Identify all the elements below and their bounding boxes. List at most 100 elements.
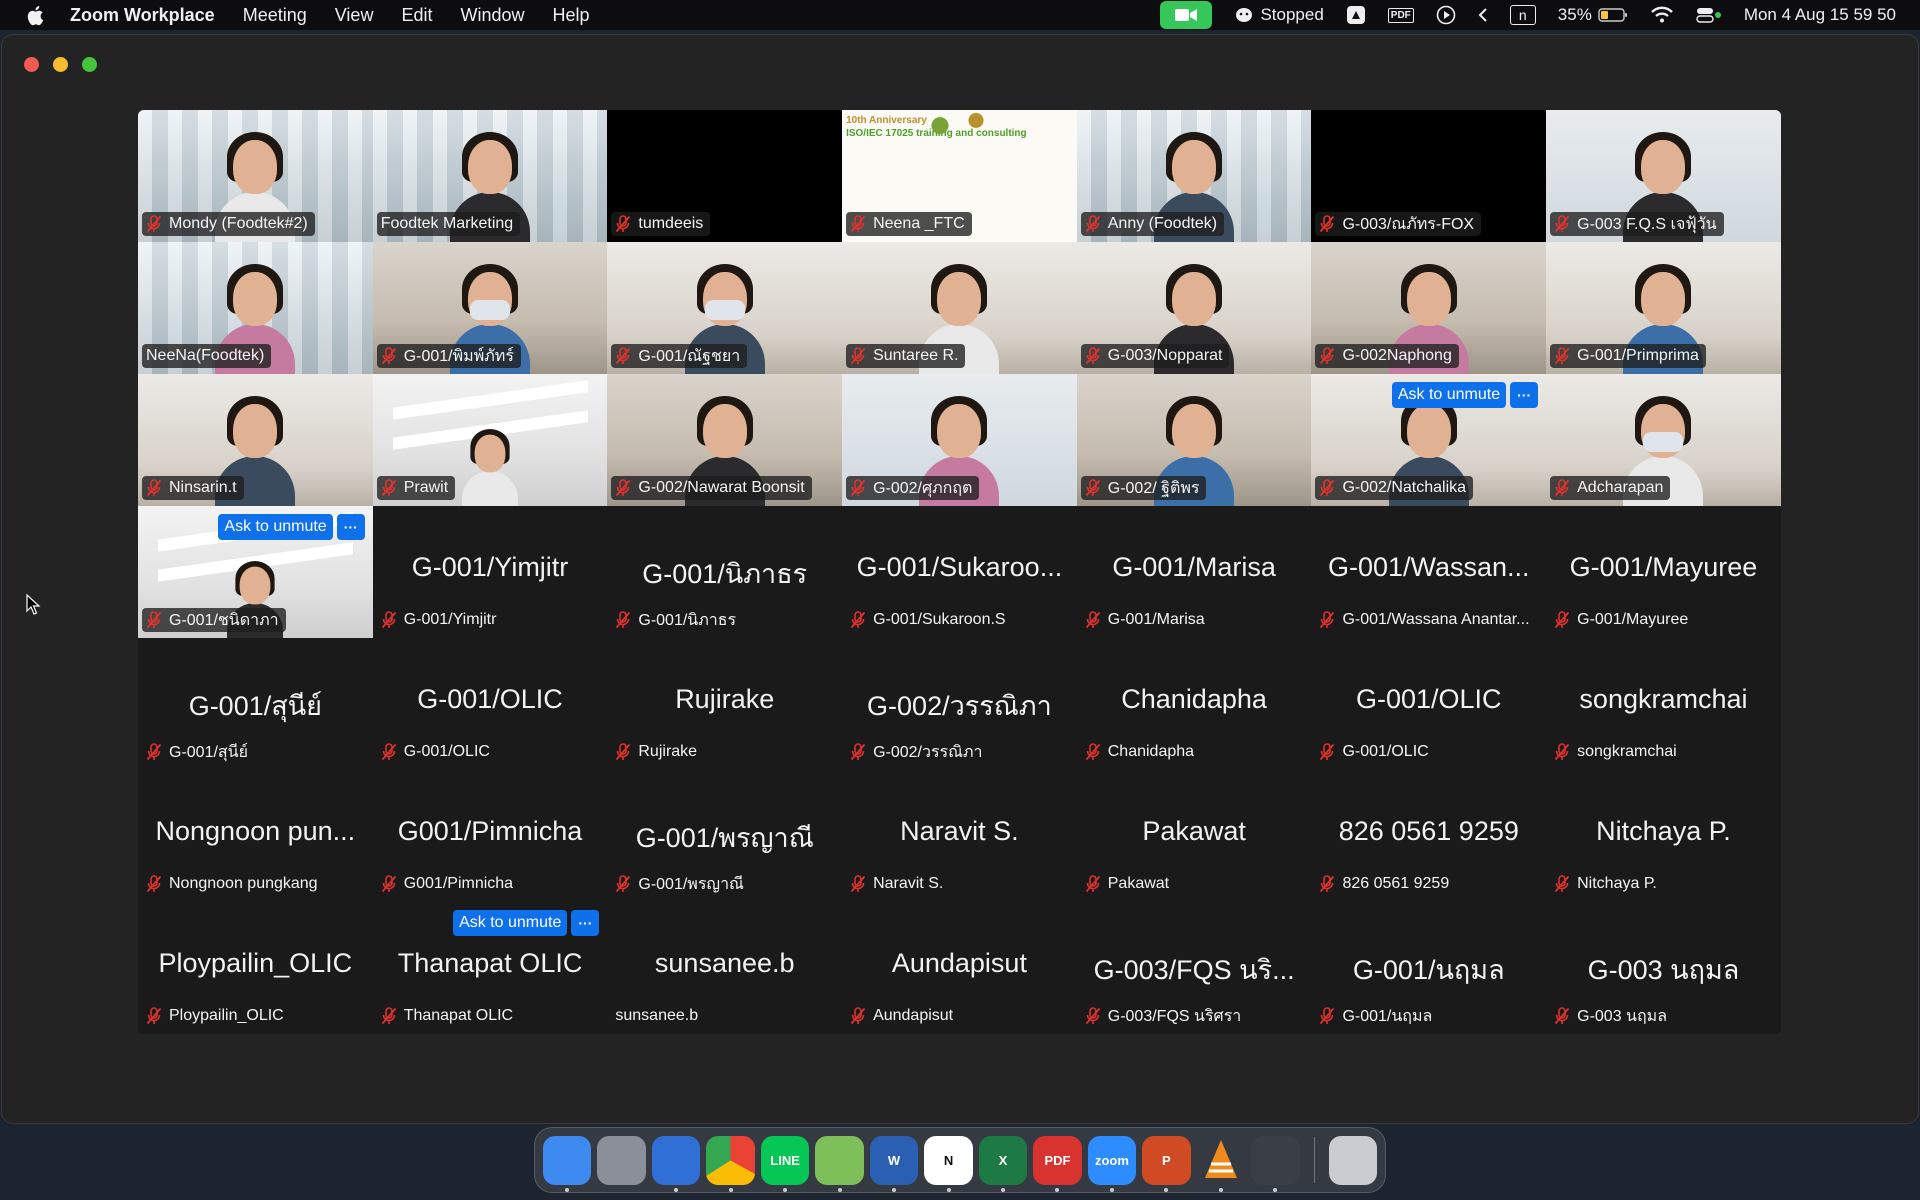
participant-name-tag: G-003 F.Q.S เจฟุ้วัน (1550, 212, 1724, 236)
participant-tile[interactable]: G-002/ ฐิติพร (1076, 374, 1312, 506)
dock-trash-icon[interactable] (1328, 1135, 1378, 1185)
dock-word-icon[interactable]: W (869, 1135, 919, 1192)
close-window-button[interactable] (24, 57, 39, 72)
menu-help[interactable]: Help (553, 5, 590, 26)
apple-icon[interactable] (26, 4, 46, 26)
dock-powerpoint-icon[interactable]: P (1142, 1135, 1191, 1192)
participant-tile[interactable]: G-001/Primprima (1546, 242, 1781, 374)
participant-tile[interactable]: Ask to unmute ··· G-001/ชนิดาภา (138, 506, 373, 638)
participant-tile[interactable]: G-003/ณภัทร-FOX (1311, 110, 1547, 242)
participant-display-name: G-001/นิภาธร (642, 559, 808, 589)
participant-tile[interactable]: Ninsarin.t (138, 374, 373, 506)
dock-excel-icon[interactable]: X (978, 1135, 1028, 1192)
play-circle-icon[interactable] (1436, 5, 1456, 25)
dock-vlc-icon[interactable] (1197, 1136, 1245, 1192)
participant-tile[interactable]: Nongnoon pun... Nongnoon pungkang (138, 770, 373, 902)
participant-name-tag: G-001/ณัฐชยา (611, 344, 748, 368)
participant-tile[interactable]: G-001/OLIC G-001/OLIC (372, 638, 608, 770)
menu-meeting[interactable]: Meeting (243, 5, 307, 26)
recording-status[interactable]: Stopped (1234, 5, 1324, 25)
participant-tile[interactable]: G-001/พิมพ์ภัทร์ (372, 242, 608, 374)
menu-window[interactable]: Window (460, 5, 524, 26)
participant-tile[interactable]: Mondy (Foodtek#2) (138, 110, 373, 242)
participant-tile[interactable]: G-001/OLIC G-001/OLIC (1311, 638, 1547, 770)
dock-notion-icon[interactable]: N (924, 1135, 973, 1192)
microphone-muted-icon (1554, 215, 1570, 233)
ask-to-unmute-button[interactable]: Ask to unmute (453, 910, 568, 936)
participant-tile[interactable]: G-001/Wassan... G-001/Wassana Anantar... (1311, 506, 1547, 638)
menu-edit[interactable]: Edit (401, 5, 432, 26)
participant-tile[interactable]: songkramchai songkramchai (1546, 638, 1781, 770)
participant-tile[interactable]: G-001/ณัฐชยา (607, 242, 843, 374)
participant-tile[interactable]: Anny (Foodtek) (1076, 110, 1312, 242)
participant-tile[interactable]: G-003/Nopparat (1076, 242, 1312, 374)
participant-tile[interactable]: G-002/วรรณิภา G-002/วรรณิภา (842, 638, 1077, 770)
participant-tile[interactable]: Aundapisut Aundapisut (842, 902, 1077, 1034)
participant-tile[interactable]: G-001/สุนีย์ G-001/สุนีย์ (138, 638, 373, 770)
participant-tile[interactable]: Chanidapha Chanidapha (1076, 638, 1312, 770)
participant-tile[interactable]: Foodtek Marketing (372, 110, 608, 242)
participant-tile[interactable]: 826 0561 9259 826 0561 9259 (1311, 770, 1547, 902)
participant-tile[interactable]: Prawit (372, 374, 608, 506)
participant-tile[interactable]: G001/Pimnicha G001/Pimnicha (372, 770, 608, 902)
dock-line-icon[interactable]: LINE (760, 1135, 810, 1192)
participant-tile[interactable]: G-003/FQS นริ... G-003/FQS นริศรา (1076, 902, 1312, 1034)
participant-tile[interactable]: G-001/Marisa G-001/Marisa (1076, 506, 1312, 638)
participant-tile[interactable]: sunsanee.b sunsanee.b (607, 902, 843, 1034)
more-options-button[interactable]: ··· (571, 910, 600, 936)
dock-pdf-expert-icon[interactable]: PDF (1033, 1135, 1082, 1192)
input-source-icon[interactable]: n (1509, 5, 1536, 25)
participant-tile[interactable]: G-001/พรญาณี G-001/พรญาณี (607, 770, 843, 902)
minimize-window-button[interactable] (53, 57, 68, 72)
participant-tile[interactable]: G-002/Nawarat Boonsit (607, 374, 843, 506)
participant-tile[interactable]: Naravit S. Naravit S. (842, 770, 1077, 902)
participant-tile[interactable]: Ploypailin_OLIC Ploypailin_OLIC (138, 902, 373, 1034)
participant-tile[interactable]: Nitchaya P. Nitchaya P. (1546, 770, 1781, 902)
dock-finder-icon[interactable] (543, 1135, 592, 1192)
fullscreen-window-button[interactable] (82, 57, 97, 72)
dock-maps-icon[interactable] (815, 1135, 864, 1192)
participant-tile[interactable]: G-001/Sukaroo... G-001/Sukaroon.S (842, 506, 1077, 638)
dock-launchpad-icon[interactable] (597, 1135, 646, 1185)
participant-tile[interactable]: NeeNa(Foodtek) (138, 242, 373, 374)
dock-separator (1313, 1137, 1315, 1183)
menu-app-name[interactable]: Zoom Workplace (70, 5, 215, 26)
participant-tile[interactable]: G-002/ศุภกฤต (842, 374, 1077, 506)
menu-view[interactable]: View (335, 5, 374, 26)
participant-tile[interactable]: 10th Anniversary ISO/IEC 17025 training a… (842, 110, 1077, 242)
participant-display-name: G-001/Yimjitr (411, 552, 569, 582)
participant-tile[interactable]: Adcharapan (1546, 374, 1781, 506)
more-options-button[interactable]: ··· (336, 514, 365, 540)
ask-to-unmute-button[interactable]: Ask to unmute (1391, 382, 1507, 408)
participant-tile[interactable]: G-001/Yimjitr G-001/Yimjitr (372, 506, 608, 638)
clock[interactable]: Mon 4 Aug 15 59 50 (1744, 5, 1896, 25)
control-center-icon[interactable] (1696, 6, 1722, 24)
chevron-left-icon[interactable] (1478, 7, 1488, 23)
participant-tile[interactable]: Suntaree R. (842, 242, 1077, 374)
dock-quicktime-icon[interactable] (1251, 1135, 1300, 1192)
participant-tile[interactable]: G-001/Mayuree G-001/Mayuree (1546, 506, 1781, 638)
participant-tile[interactable]: Thanapat OLIC Ask to unmute ··· Thanapat OL… (372, 902, 608, 1034)
participant-tile[interactable]: G-002Naphong (1311, 242, 1547, 374)
pdf-icon[interactable]: PDF (1387, 7, 1414, 23)
participant-tile[interactable]: tumdeeis (607, 110, 843, 242)
dock-thunderbird-icon[interactable] (651, 1135, 701, 1192)
participant-name-tag: G-002/วรรณิภา (846, 740, 989, 764)
battery-status[interactable]: 35% (1558, 5, 1628, 25)
drive-icon[interactable] (1346, 5, 1366, 25)
wifi-icon[interactable] (1650, 6, 1674, 24)
zoom-camera-status-icon[interactable] (1160, 1, 1213, 29)
participant-tile[interactable]: Pakawat Pakawat (1076, 770, 1312, 902)
dock-zoom-icon[interactable]: zoom (1087, 1135, 1137, 1192)
participant-tile[interactable]: Rujirake Rujirake (607, 638, 843, 770)
participant-tile[interactable]: G-003 F.Q.S เจฟุ้วัน (1546, 110, 1781, 242)
participant-name-tag: songkramchai (1550, 740, 1684, 764)
dock-chrome-icon[interactable] (706, 1135, 755, 1192)
more-options-button[interactable]: ··· (1510, 382, 1539, 408)
ask-to-unmute-button[interactable]: Ask to unmute (218, 514, 333, 540)
participant-tile[interactable]: G-001/นิภาธร G-001/นิภาธร (607, 506, 843, 638)
participant-tile[interactable]: G-003 นฤมล G-003 นฤมล (1546, 902, 1781, 1034)
microphone-muted-icon (615, 611, 631, 629)
participant-tile[interactable]: Ask to unmute ··· G-002/Natchalika (1311, 374, 1547, 506)
participant-tile[interactable]: G-001/นฤมล G-001/นฤมล (1311, 902, 1547, 1034)
